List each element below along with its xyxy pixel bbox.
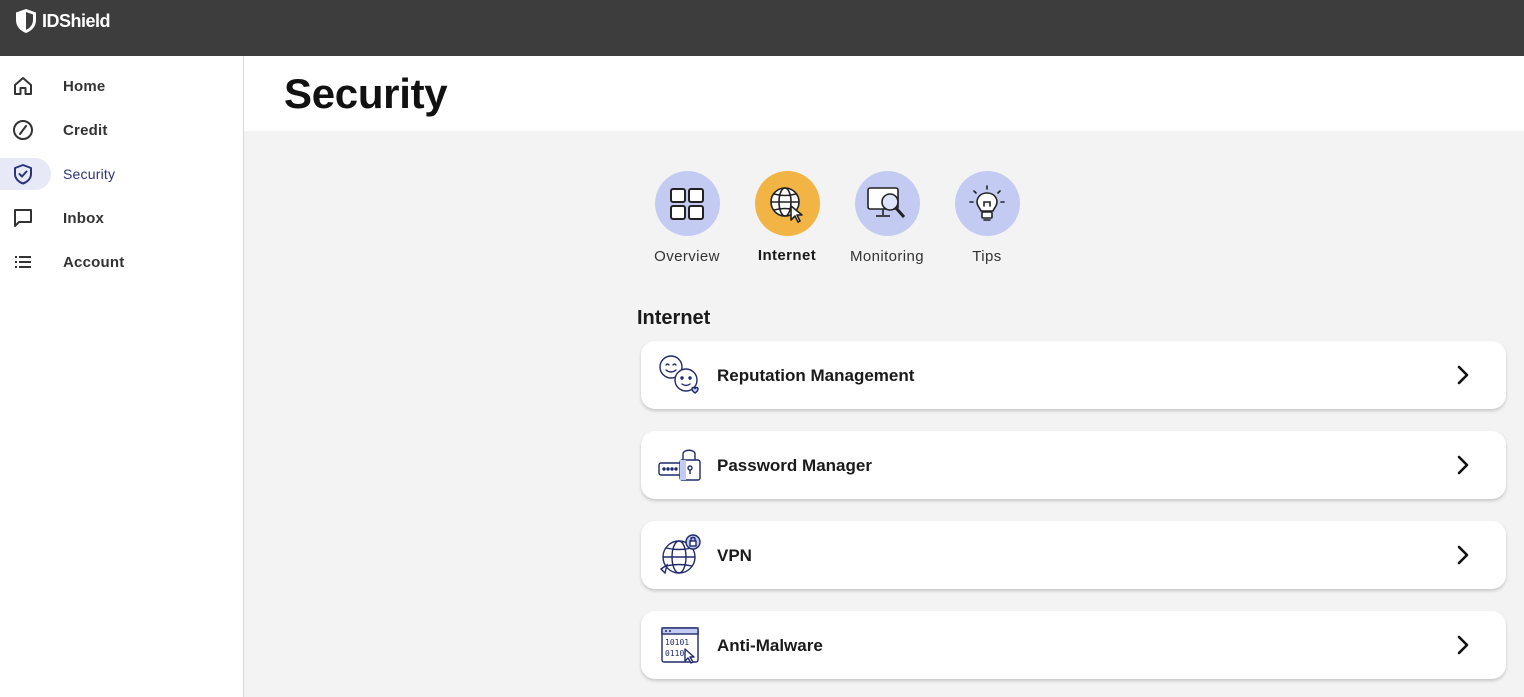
globe-lock-icon	[659, 534, 701, 575]
tab-label: Overview	[654, 248, 720, 265]
message-icon	[14, 209, 32, 227]
sidebar-item-account[interactable]: Account	[0, 246, 243, 278]
globe-cursor-icon	[770, 186, 803, 223]
tab-icon-circle	[754, 171, 820, 236]
tab-overview[interactable]: Overview	[642, 171, 732, 265]
card-label: Reputation Management	[717, 366, 915, 385]
lightbulb-icon	[969, 184, 1005, 221]
chevron-right-icon	[1457, 635, 1469, 655]
chevron-right-icon	[1457, 455, 1469, 475]
card-reputation-management[interactable]: Reputation Management	[641, 341, 1506, 409]
card-vpn[interactable]: VPN	[641, 521, 1506, 589]
chevron-right-icon	[1457, 545, 1469, 565]
faces-icon	[659, 355, 699, 394]
main-content: Overview Internet Monitoring Tips Intern…	[244, 131, 1524, 697]
password-lock-icon	[658, 449, 701, 481]
home-icon	[14, 77, 32, 95]
tab-internet[interactable]: Internet	[742, 171, 832, 264]
card-label: Anti-Malware	[717, 636, 823, 655]
tab-icon-circle	[654, 171, 720, 236]
tab-monitoring[interactable]: Monitoring	[842, 171, 932, 265]
page-header: Security	[244, 56, 1524, 131]
brand-logo[interactable]: IDShield	[14, 8, 111, 34]
top-bar: IDShield	[0, 0, 1524, 56]
card-password-manager[interactable]: Password Manager	[641, 431, 1506, 499]
sidebar-item-label: Inbox	[63, 210, 104, 227]
svg-text:10101: 10101	[665, 638, 689, 647]
list-icon	[15, 256, 31, 268]
sidebar-item-label: Home	[63, 78, 106, 95]
sidebar-item-home[interactable]: Home	[0, 70, 243, 102]
monitor-search-icon	[867, 186, 906, 218]
tab-label: Internet	[757, 247, 817, 264]
tab-icon-circle	[954, 171, 1020, 236]
section-title: Internet	[637, 307, 711, 329]
gauge-icon	[13, 120, 33, 140]
brand-name: IDShield	[42, 10, 111, 31]
binary-screen-icon: 10101 0110	[661, 627, 699, 664]
shield-check-icon	[14, 164, 32, 185]
sidebar-item-inbox[interactable]: Inbox	[0, 202, 243, 234]
card-label: VPN	[717, 546, 752, 565]
sidebar-item-label: Security	[63, 166, 116, 182]
sidebar-item-label: Credit	[63, 122, 108, 139]
grid-icon	[670, 187, 704, 220]
card-anti-malware[interactable]: 10101 0110 Anti-Malware	[641, 611, 1506, 679]
svg-text:0110: 0110	[665, 649, 684, 658]
chevron-right-icon	[1457, 365, 1469, 385]
shield-logo-icon	[16, 9, 36, 33]
tab-icon-circle	[854, 171, 920, 236]
page-title: Security	[284, 70, 448, 117]
card-label: Password Manager	[717, 456, 872, 475]
sidebar-item-security[interactable]: Security	[0, 158, 243, 190]
sidebar-item-credit[interactable]: Credit	[0, 114, 243, 146]
sidebar-item-label: Account	[63, 254, 125, 271]
tab-label: Monitoring	[849, 248, 925, 265]
sidebar: Home Credit Security Inbox Account	[0, 56, 244, 697]
tab-tips[interactable]: Tips	[942, 171, 1032, 265]
tab-label: Tips	[972, 248, 1002, 265]
